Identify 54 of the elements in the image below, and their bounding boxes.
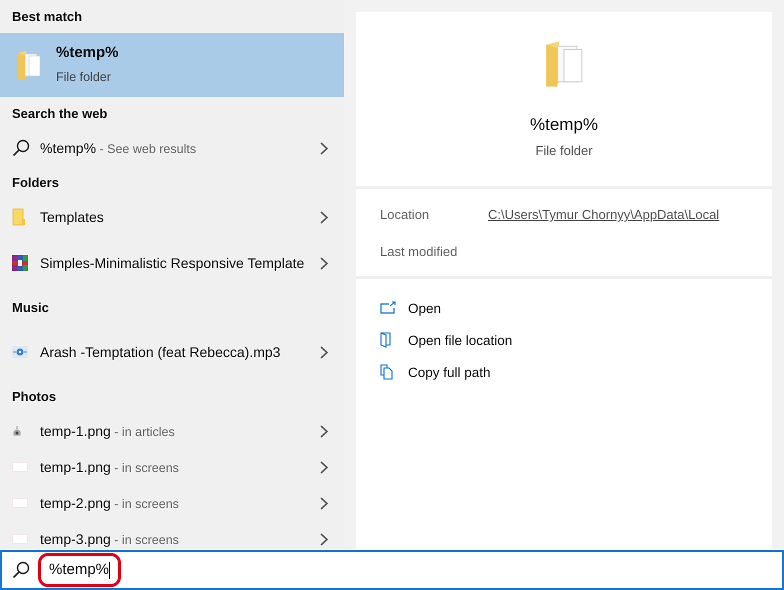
result-title: temp-1.png - in screens — [40, 458, 179, 474]
result-item[interactable]: %temp% File folder — [0, 33, 344, 97]
section-header: Search the web — [11, 105, 108, 123]
chevron-icon — [320, 256, 328, 270]
section-header: Folders — [11, 174, 60, 192]
archive-icon — [12, 255, 28, 271]
result-item[interactable]: %temp% - See web results — [0, 130, 344, 166]
search-field[interactable]: %temp% — [0, 550, 784, 590]
result-type: File folder — [56, 69, 112, 86]
result-item[interactable]: temp-2.png - in screens — [0, 485, 344, 521]
detail-label: Location — [380, 206, 430, 224]
image-thumbnail-icon — [12, 498, 28, 508]
location-link[interactable]: C:\Users\Tymur Chornyy\AppData\Local — [488, 205, 748, 230]
result-title: Templates — [40, 209, 104, 225]
search-icon — [12, 139, 30, 157]
search-icon — [12, 561, 30, 579]
result-title: temp-3.png - in screens — [40, 530, 179, 546]
preview-type: File folder — [535, 143, 593, 158]
result-item[interactable]: Simples-Minimalistic Responsive Template — [0, 235, 344, 291]
result-item[interactable]: temp-1.png - in screens — [0, 449, 344, 485]
detail-label: Last modified — [380, 242, 458, 260]
result-title: Simples-Minimalistic Responsive Template — [40, 255, 304, 271]
result-item[interactable]: Templates — [0, 199, 344, 235]
section-header: Music — [11, 299, 50, 317]
chevron-icon — [320, 142, 328, 154]
chevron-icon — [320, 532, 328, 546]
image-thumbnail-icon — [12, 462, 28, 472]
chevron-icon — [320, 346, 328, 358]
image-thumbnail-icon — [12, 425, 22, 437]
audio-file-icon — [12, 346, 28, 358]
result-title: %temp% — [56, 43, 120, 63]
open-icon — [380, 301, 396, 315]
chevron-icon — [320, 496, 328, 510]
preview-title: %temp% — [530, 115, 598, 135]
result-title: temp-1.png - in articles — [40, 422, 175, 438]
section-header: Best match — [11, 8, 84, 26]
action-item[interactable]: Open file location — [380, 329, 748, 351]
result-item[interactable]: temp-3.png - in screens — [0, 521, 344, 550]
action-item[interactable]: Open — [380, 297, 748, 319]
search-text: %temp% — [38, 553, 122, 587]
result-title: %temp% - See web results — [40, 140, 196, 156]
chevron-icon — [320, 424, 328, 438]
chevron-icon — [320, 460, 328, 474]
image-thumbnail-icon — [12, 534, 28, 544]
result-title: temp-2.png - in screens — [40, 494, 179, 510]
result-title: Arash -Temptation (feat Rebecca).mp3 — [40, 344, 280, 360]
result-item[interactable]: temp-1.png - in articles — [0, 413, 344, 449]
folder-icon — [16, 50, 42, 80]
copy-icon — [380, 364, 394, 380]
section-header: Photos — [11, 388, 58, 406]
folder-icon — [12, 208, 26, 226]
chevron-icon — [320, 210, 328, 224]
action-item[interactable]: Copy full path — [380, 361, 748, 383]
result-item[interactable]: Arash -Temptation (feat Rebecca).mp3 — [0, 324, 344, 380]
